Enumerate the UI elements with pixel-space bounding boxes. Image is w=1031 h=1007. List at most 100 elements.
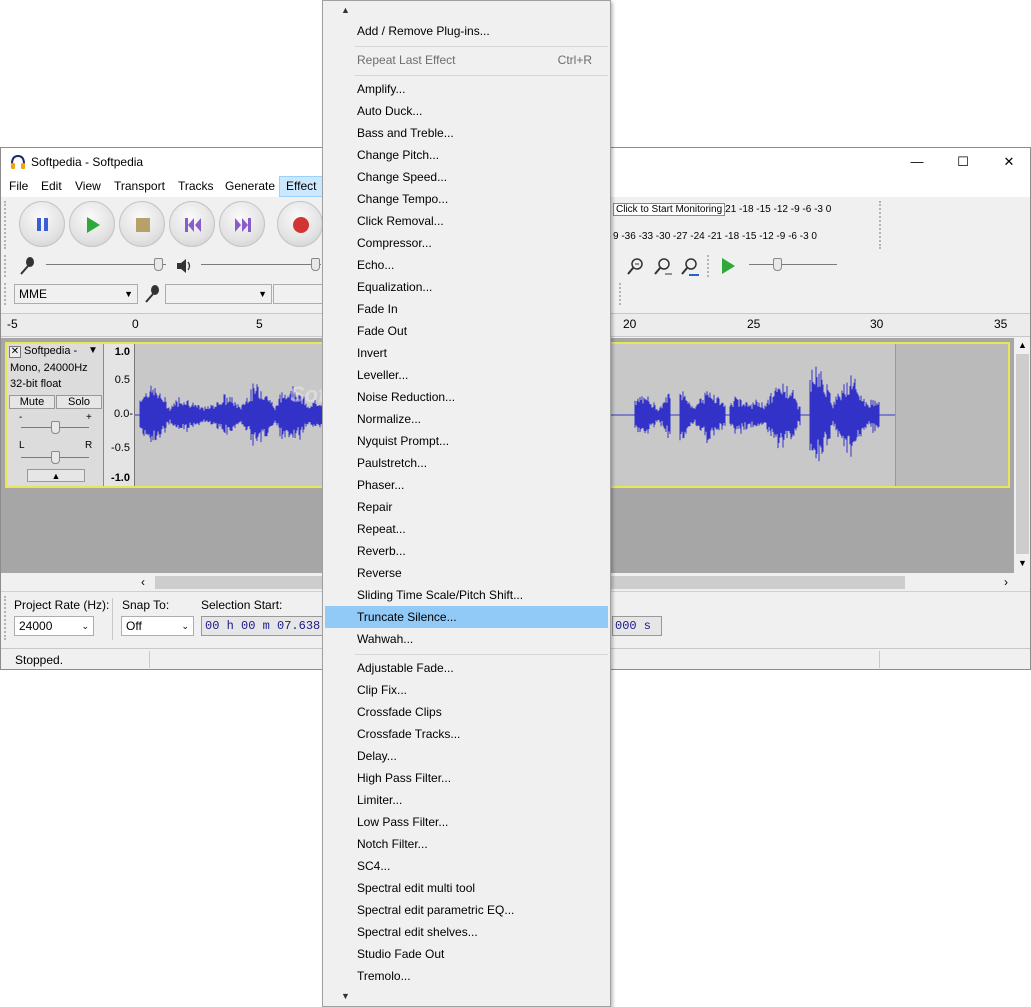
- menu-file[interactable]: File: [3, 176, 34, 197]
- scroll-up-icon[interactable]: ▲: [1018, 340, 1027, 350]
- menu-item-fade-out[interactable]: Fade Out: [325, 320, 608, 342]
- menu-item-noise-reduction[interactable]: Noise Reduction...: [325, 386, 608, 408]
- menu-item-spectral-edit-multi-tool[interactable]: Spectral edit multi tool: [325, 877, 608, 899]
- vertical-scroll-thumb[interactable]: [1016, 354, 1029, 554]
- toolbar-grip[interactable]: [4, 255, 10, 277]
- close-button[interactable]: ✕: [986, 148, 1030, 176]
- menu-item-truncate-silence[interactable]: Truncate Silence...: [325, 606, 608, 628]
- audio-host-select[interactable]: MME ▼: [14, 284, 138, 304]
- menu-item-change-speed[interactable]: Change Speed...: [325, 166, 608, 188]
- track-name[interactable]: Softpedia -: [24, 345, 77, 357]
- menu-item-nyquist-prompt[interactable]: Nyquist Prompt...: [325, 430, 608, 452]
- track-menu-arrow-icon[interactable]: ▼: [88, 345, 98, 356]
- vertical-scrollbar[interactable]: ▲ ▼: [1014, 338, 1030, 573]
- menu-item-change-tempo[interactable]: Change Tempo...: [325, 188, 608, 210]
- close-track-icon[interactable]: ✕: [9, 346, 21, 358]
- selection-start-time[interactable]: 00 h 00 m 07.638: [201, 616, 323, 636]
- menu-item-add-remove-plug-ins[interactable]: Add / Remove Plug-ins...: [325, 20, 608, 42]
- record-button[interactable]: [277, 201, 323, 247]
- menu-item-reverse[interactable]: Reverse: [325, 562, 608, 584]
- menu-item-limiter[interactable]: Limiter...: [325, 789, 608, 811]
- pause-button[interactable]: [19, 201, 65, 247]
- menu-item-equalization[interactable]: Equalization...: [325, 276, 608, 298]
- menu-view[interactable]: View: [69, 176, 107, 197]
- recording-volume-slider[interactable]: [46, 255, 166, 275]
- menu-item-label: Wahwah...: [357, 632, 414, 646]
- recording-device-select[interactable]: ▼: [165, 284, 272, 304]
- scroll-down-icon[interactable]: ▼: [1018, 558, 1027, 568]
- fit-project-icon[interactable]: [679, 255, 701, 277]
- menu-generate[interactable]: Generate: [219, 176, 281, 197]
- menu-item-low-pass-filter[interactable]: Low Pass Filter...: [325, 811, 608, 833]
- playback-volume-slider[interactable]: [201, 255, 321, 275]
- project-rate-select[interactable]: 24000 ⌄: [14, 616, 94, 636]
- record-meter[interactable]: Click to Start Monitoring 21 -18 -15 -12 …: [613, 203, 831, 226]
- menu-item-delay[interactable]: Delay...: [325, 745, 608, 767]
- selection-end-time[interactable]: 000 s: [612, 616, 662, 636]
- menu-item-compressor[interactable]: Compressor...: [325, 232, 608, 254]
- menu-item-spectral-edit-shelves[interactable]: Spectral edit shelves...: [325, 921, 608, 943]
- menu-item-fade-in[interactable]: Fade In: [325, 298, 608, 320]
- menu-item-phaser[interactable]: Phaser...: [325, 474, 608, 496]
- menu-item-click-removal[interactable]: Click Removal...: [325, 210, 608, 232]
- collapse-track-icon[interactable]: ▲: [27, 469, 85, 482]
- menu-item-normalize[interactable]: Normalize...: [325, 408, 608, 430]
- play-button[interactable]: [69, 201, 115, 247]
- menu-tracks[interactable]: Tracks: [172, 176, 220, 197]
- toolbar-grip[interactable]: [879, 201, 885, 249]
- zoom-out-icon[interactable]: [625, 255, 647, 277]
- mute-button[interactable]: Mute: [9, 395, 55, 409]
- pan-slider[interactable]: [21, 448, 89, 468]
- menu-item-change-pitch[interactable]: Change Pitch...: [325, 144, 608, 166]
- menu-item-tremolo[interactable]: Tremolo...: [325, 965, 608, 987]
- menu-scroll-down-icon[interactable]: ▼: [341, 991, 350, 1001]
- toolbar-grip[interactable]: [4, 283, 10, 305]
- toolbar-grip[interactable]: [619, 283, 625, 305]
- track-empty-region[interactable]: [895, 344, 1008, 486]
- menu-item-paulstretch[interactable]: Paulstretch...: [325, 452, 608, 474]
- menu-effect[interactable]: Effect: [279, 176, 324, 197]
- menu-item-notch-filter[interactable]: Notch Filter...: [325, 833, 608, 855]
- stop-button[interactable]: [119, 201, 165, 247]
- snap-to-select[interactable]: Off ⌄: [121, 616, 194, 636]
- solo-button[interactable]: Solo: [56, 395, 102, 409]
- menu-item-auto-duck[interactable]: Auto Duck...: [325, 100, 608, 122]
- menu-item-bass-and-treble[interactable]: Bass and Treble...: [325, 122, 608, 144]
- menu-item-repair[interactable]: Repair: [325, 496, 608, 518]
- menu-item-reverb[interactable]: Reverb...: [325, 540, 608, 562]
- menu-item-amplify[interactable]: Amplify...: [325, 78, 608, 100]
- menu-item-spectral-edit-parametric-eq[interactable]: Spectral edit parametric EQ...: [325, 899, 608, 921]
- menu-item-repeat-last-effect[interactable]: Repeat Last Effect Ctrl+R: [325, 49, 608, 71]
- menu-item-crossfade-tracks[interactable]: Crossfade Tracks...: [325, 723, 608, 745]
- menu-item-sliding-time-scale-pitch-shift[interactable]: Sliding Time Scale/Pitch Shift...: [325, 584, 608, 606]
- scroll-left-icon[interactable]: ‹: [141, 575, 145, 589]
- zoom-selection-icon[interactable]: [652, 255, 674, 277]
- menu-item-high-pass-filter[interactable]: High Pass Filter...: [325, 767, 608, 789]
- menu-item-adjustable-fade[interactable]: Adjustable Fade...: [325, 657, 608, 679]
- play-at-speed-slider[interactable]: [749, 255, 837, 275]
- menu-item-crossfade-clips[interactable]: Crossfade Clips: [325, 701, 608, 723]
- menu-item-invert[interactable]: Invert: [325, 342, 608, 364]
- menu-item-repeat[interactable]: Repeat...: [325, 518, 608, 540]
- menu-scroll-up-icon[interactable]: ▲: [341, 5, 350, 15]
- toolbar-grip[interactable]: [4, 201, 10, 249]
- menu-item-studio-fade-out[interactable]: Studio Fade Out: [325, 943, 608, 965]
- menu-item-clip-fix[interactable]: Clip Fix...: [325, 679, 608, 701]
- menu-item-sc4[interactable]: SC4...: [325, 855, 608, 877]
- gain-slider[interactable]: [21, 418, 89, 438]
- menu-item-echo[interactable]: Echo...: [325, 254, 608, 276]
- minimize-button[interactable]: —: [894, 148, 940, 176]
- maximize-button[interactable]: ☐: [940, 148, 986, 176]
- toolbar-grip[interactable]: [4, 596, 10, 640]
- menu-edit[interactable]: Edit: [35, 176, 68, 197]
- scroll-right-icon[interactable]: ›: [1004, 575, 1008, 589]
- record-meter-tooltip[interactable]: Click to Start Monitoring: [613, 203, 726, 216]
- menu-transport[interactable]: Transport: [108, 176, 171, 197]
- play-at-speed-icon[interactable]: [717, 255, 739, 277]
- skip-to-end-button[interactable]: [219, 201, 265, 247]
- menu-item-leveller[interactable]: Leveller...: [325, 364, 608, 386]
- skip-to-start-button[interactable]: [169, 201, 215, 247]
- toolbar-grip[interactable]: [707, 255, 713, 277]
- playback-meter[interactable]: 9 -36 -33 -30 -27 -24 -21 -18 -15 -12 -9…: [613, 231, 817, 253]
- menu-item-wahwah[interactable]: Wahwah...: [325, 628, 608, 650]
